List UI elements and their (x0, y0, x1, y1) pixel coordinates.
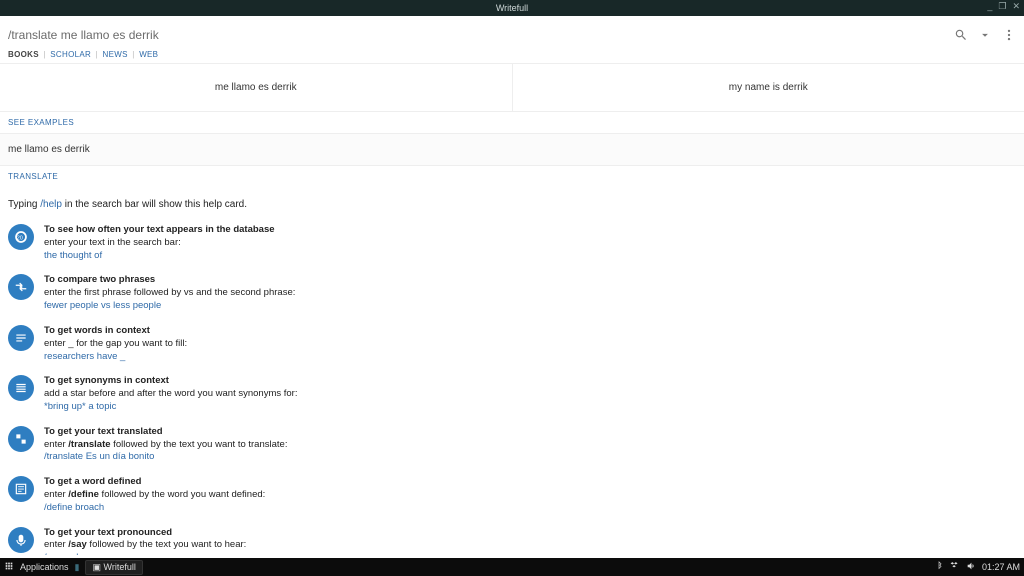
frequency-icon: 20 (8, 224, 34, 250)
translate-card: me llamo es derrik (0, 133, 1024, 166)
say-icon (8, 527, 34, 553)
app-icon: ▣ (92, 562, 101, 572)
search-input[interactable]: /translate me llamo es derrik (8, 24, 944, 46)
help-item-define: To get a word defined enter /define foll… (0, 472, 1024, 522)
help-item-compare: To compare two phrases enter the first p… (0, 270, 1024, 320)
volume-icon[interactable] (966, 561, 976, 573)
bluetooth-icon[interactable] (934, 561, 944, 573)
comparison-right: my name is derrik (513, 64, 1024, 111)
more-icon[interactable] (1002, 28, 1016, 42)
search-icon[interactable] (954, 28, 968, 42)
help-intro: Typing /help in the search bar will show… (0, 187, 1024, 220)
compare-icon (8, 274, 34, 300)
svg-text:20: 20 (17, 235, 23, 241)
taskbar-clock[interactable]: 01:27 AM (982, 562, 1020, 572)
query-bar: /translate me llamo es derrik (0, 16, 1024, 50)
source-tabs: BOOKS | SCHOLAR | NEWS | WEB (0, 50, 1024, 63)
chevron-down-icon[interactable] (978, 28, 992, 42)
help-example[interactable]: fewer people vs less people (44, 300, 161, 311)
help-item-say: To get your text pronounced enter /say f… (0, 523, 1024, 555)
synonyms-icon (8, 375, 34, 401)
help-example[interactable]: /say welcome (44, 552, 102, 555)
help-item-context: To get words in context enter _ for the … (0, 321, 1024, 371)
help-item-translate: To get your text translated enter /trans… (0, 422, 1024, 472)
help-example[interactable]: /translate Es un día bonito (44, 451, 154, 462)
translate-link[interactable]: TRANSLATE (0, 166, 1024, 187)
content-scroll[interactable]: me llamo es derrik my name is derrik SEE… (0, 63, 1024, 555)
comparison-card: me llamo es derrik my name is derrik (0, 63, 1024, 112)
close-button[interactable]: ✕ (1012, 1, 1020, 12)
source-books[interactable]: BOOKS (8, 50, 39, 59)
translate-icon (8, 426, 34, 452)
source-web[interactable]: WEB (139, 50, 158, 59)
help-example[interactable]: *bring up* a topic (44, 401, 116, 412)
comparison-left: me llamo es derrik (0, 64, 513, 111)
taskbar-separator-icon: ▮ (75, 562, 80, 573)
desktop-taskbar: Applications ▮ ▣ Writefull 01:27 AM (0, 558, 1024, 576)
window-titlebar: Writefull _ ❐ ✕ (0, 0, 1024, 16)
applications-menu[interactable]: Applications (20, 562, 69, 572)
help-example[interactable]: /define broach (44, 502, 104, 513)
help-command: /help (40, 199, 62, 210)
minimize-button[interactable]: _ (987, 1, 992, 12)
restore-button[interactable]: ❐ (998, 1, 1006, 12)
taskbar-app-writefull[interactable]: ▣ Writefull (85, 560, 142, 575)
help-example[interactable]: researchers have _ (44, 351, 125, 362)
help-item-frequency: 20 To see how often your text appears in… (0, 220, 1024, 270)
window-title: Writefull (496, 3, 528, 13)
define-icon (8, 476, 34, 502)
help-item-synonyms: To get synonyms in context add a star be… (0, 371, 1024, 421)
source-news[interactable]: NEWS (103, 50, 128, 59)
see-examples-link[interactable]: SEE EXAMPLES (0, 112, 1024, 133)
context-icon (8, 325, 34, 351)
dropbox-icon[interactable] (950, 561, 960, 573)
help-example[interactable]: the thought of (44, 250, 102, 261)
source-scholar[interactable]: SCHOLAR (50, 50, 91, 59)
applications-menu-icon[interactable] (4, 561, 14, 573)
